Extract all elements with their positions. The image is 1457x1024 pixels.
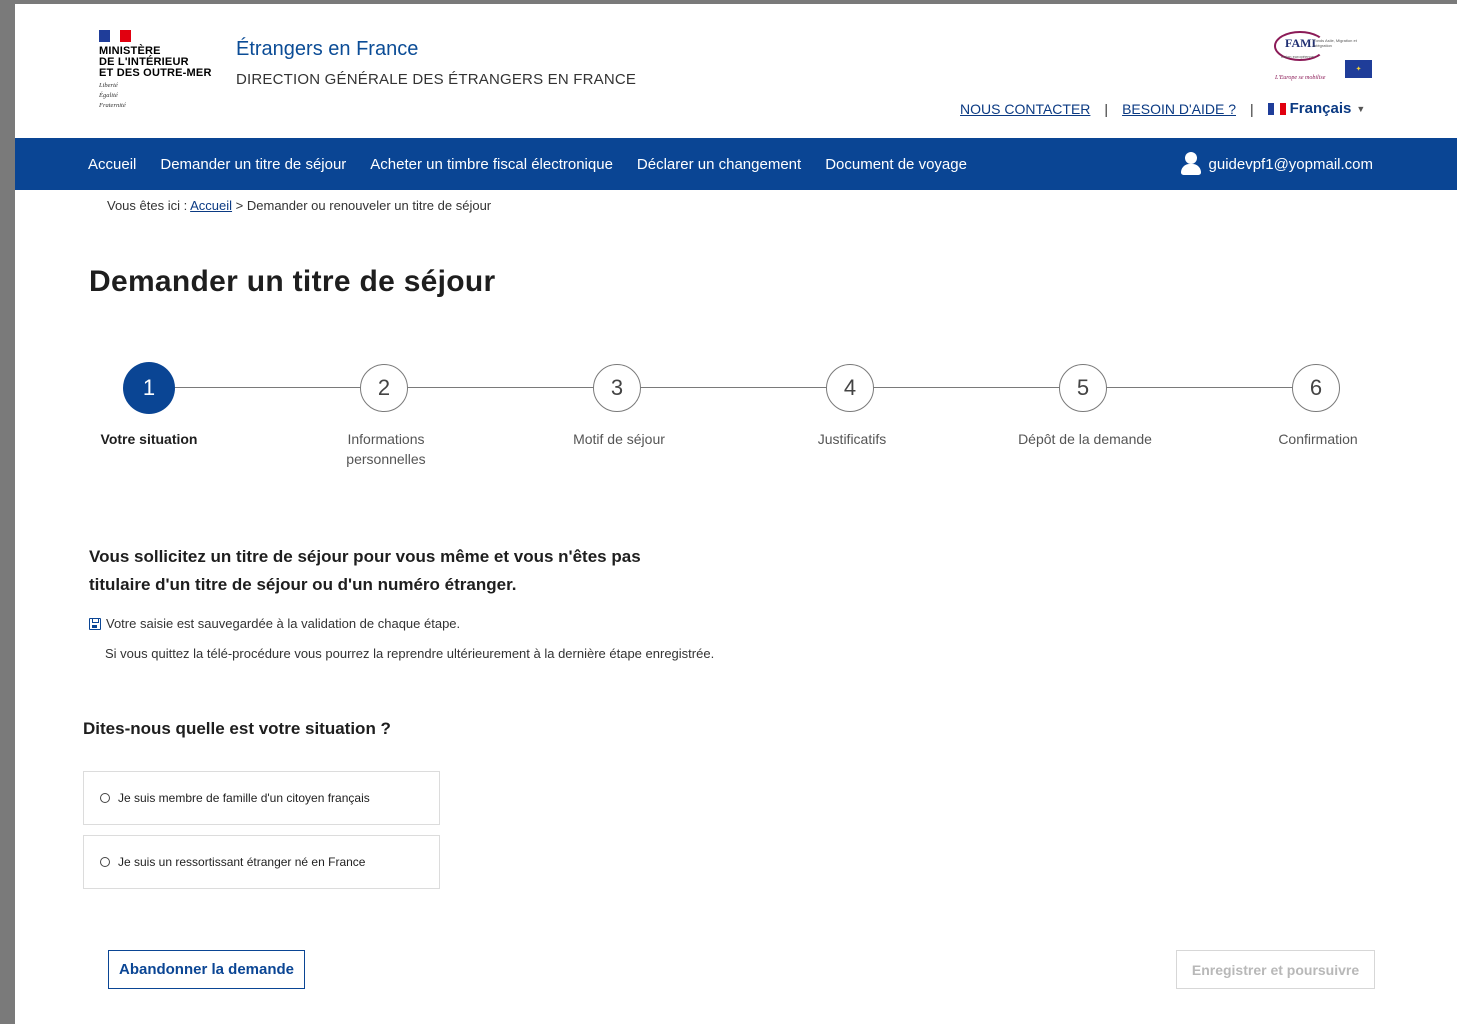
step-3-label: Motif de séjour bbox=[573, 431, 665, 447]
language-label: Français bbox=[1289, 100, 1352, 117]
fami-tagline: L'Europe se mobilise bbox=[1275, 75, 1326, 81]
nav-item-declare-change[interactable]: Déclarer un changement bbox=[637, 156, 801, 173]
step-6-label: Confirmation bbox=[1278, 431, 1358, 447]
site-header: MINISTÈRE DE L'INTÉRIEUR ET DES OUTRE-ME… bbox=[15, 4, 1457, 138]
breadcrumb-home-link[interactable]: Accueil bbox=[190, 198, 232, 213]
step-6-circle: 6 bbox=[1292, 364, 1340, 412]
situation-question: Dites-nous quelle est votre situation ? bbox=[83, 719, 391, 738]
step-2-circle: 2 bbox=[360, 364, 408, 412]
chevron-down-icon: ▼ bbox=[1356, 103, 1366, 114]
step-1-label: Votre situation bbox=[100, 431, 198, 447]
abandon-button[interactable]: Abandonner la demande bbox=[108, 950, 305, 989]
motto-line-2: Égalité bbox=[99, 92, 118, 99]
french-flag-icon bbox=[1267, 102, 1286, 115]
separator: | bbox=[1250, 100, 1254, 117]
page-title: Demander un titre de séjour bbox=[89, 265, 496, 298]
save-note-text: Votre saisie est sauvegardée à la valida… bbox=[106, 616, 461, 631]
header-links: NOUS CONTACTER | BESOIN D'AIDE ? | Franç… bbox=[960, 100, 1365, 117]
step-5-label: Dépôt de la demande bbox=[1018, 431, 1152, 447]
separator: | bbox=[1104, 100, 1109, 117]
motto-line-3: Fraternité bbox=[99, 102, 126, 109]
situation-intro: Vous sollicitez un titre de séjour pour … bbox=[89, 547, 641, 594]
help-link[interactable]: BESOIN D'AIDE ? bbox=[1122, 101, 1236, 117]
site-title[interactable]: Étrangers en France bbox=[236, 38, 418, 61]
step-2-label: Informations personnelles bbox=[346, 431, 426, 467]
breadcrumb-prefix: Vous êtes ici : bbox=[107, 198, 188, 213]
nav-item-travel-document[interactable]: Document de voyage bbox=[825, 156, 967, 173]
user-icon bbox=[1180, 152, 1201, 176]
resume-note: Si vous quittez la télé-procédure vous p… bbox=[105, 646, 715, 661]
step-3-circle: 3 bbox=[593, 364, 641, 412]
breadcrumb: Vous êtes ici : Accueil > Demander ou re… bbox=[107, 198, 491, 213]
step-5-circle: 5 bbox=[1059, 364, 1107, 412]
option-label: Je suis un ressortissant étranger né en … bbox=[118, 855, 366, 869]
fami-logo: FAMI Fonds Asile, Migration et Intégrati… bbox=[1265, 26, 1375, 86]
ministry-line-3: ET DES OUTRE-MER bbox=[99, 67, 212, 79]
marianne-flag-icon bbox=[99, 30, 132, 42]
breadcrumb-current: > Demander ou renouveler un titre de séj… bbox=[235, 198, 492, 213]
page: MINISTÈRE DE L'INTÉRIEUR ET DES OUTRE-ME… bbox=[15, 4, 1457, 1024]
site-subtitle: DIRECTION GÉNÉRALE DES ÉTRANGERS EN FRAN… bbox=[236, 71, 637, 88]
step-4-circle: 4 bbox=[826, 364, 874, 412]
option-label: Je suis membre de famille d'un citoyen f… bbox=[118, 791, 370, 805]
eu-flag-icon: ✦ bbox=[1345, 60, 1372, 78]
nav-item-tax-stamp[interactable]: Acheter un timbre fiscal électronique bbox=[370, 156, 613, 173]
fami-name: FAMI bbox=[1285, 36, 1317, 50]
user-email: guidevpf1@yopmail.com bbox=[1208, 155, 1373, 173]
step-1-circle: 1 bbox=[123, 362, 175, 414]
main-nav: Accueil Demander un titre de séjour Ache… bbox=[15, 138, 1457, 190]
nav-menu: Accueil Demander un titre de séjour Ache… bbox=[88, 138, 991, 190]
ministry-logo[interactable]: MINISTÈRE DE L'INTÉRIEUR ET DES OUTRE-ME… bbox=[99, 30, 239, 109]
nav-item-request-permit[interactable]: Demander un titre de séjour bbox=[160, 156, 346, 173]
progress-stepper: 1 2 3 4 5 6 Votre situation Informations… bbox=[15, 359, 1457, 479]
language-selector[interactable]: Français ▼ bbox=[1267, 100, 1366, 117]
nav-item-home[interactable]: Accueil bbox=[88, 156, 136, 173]
save-disk-icon bbox=[89, 617, 101, 630]
step-4-label: Justificatifs bbox=[817, 431, 887, 447]
radio-button[interactable] bbox=[100, 857, 110, 867]
radio-button[interactable] bbox=[100, 793, 110, 803]
option-family-member[interactable]: Je suis membre de famille d'un citoyen f… bbox=[83, 771, 440, 825]
stepper-line bbox=[149, 387, 1316, 388]
save-note: Votre saisie est sauvegardée à la valida… bbox=[89, 616, 460, 631]
motto-line-1: Liberté bbox=[99, 82, 118, 89]
fami-union-text: Union européenne bbox=[1281, 54, 1314, 59]
option-born-in-france[interactable]: Je suis un ressortissant étranger né en … bbox=[83, 835, 440, 889]
contact-link[interactable]: NOUS CONTACTER bbox=[960, 101, 1090, 117]
browser-frame: MINISTÈRE DE L'INTÉRIEUR ET DES OUTRE-ME… bbox=[0, 0, 1457, 1024]
user-account[interactable]: guidevpf1@yopmail.com bbox=[1180, 138, 1373, 190]
fami-subtitle: Fonds Asile, Migration et Intégration bbox=[1313, 38, 1357, 48]
save-continue-button[interactable]: Enregistrer et poursuivre bbox=[1176, 950, 1375, 989]
